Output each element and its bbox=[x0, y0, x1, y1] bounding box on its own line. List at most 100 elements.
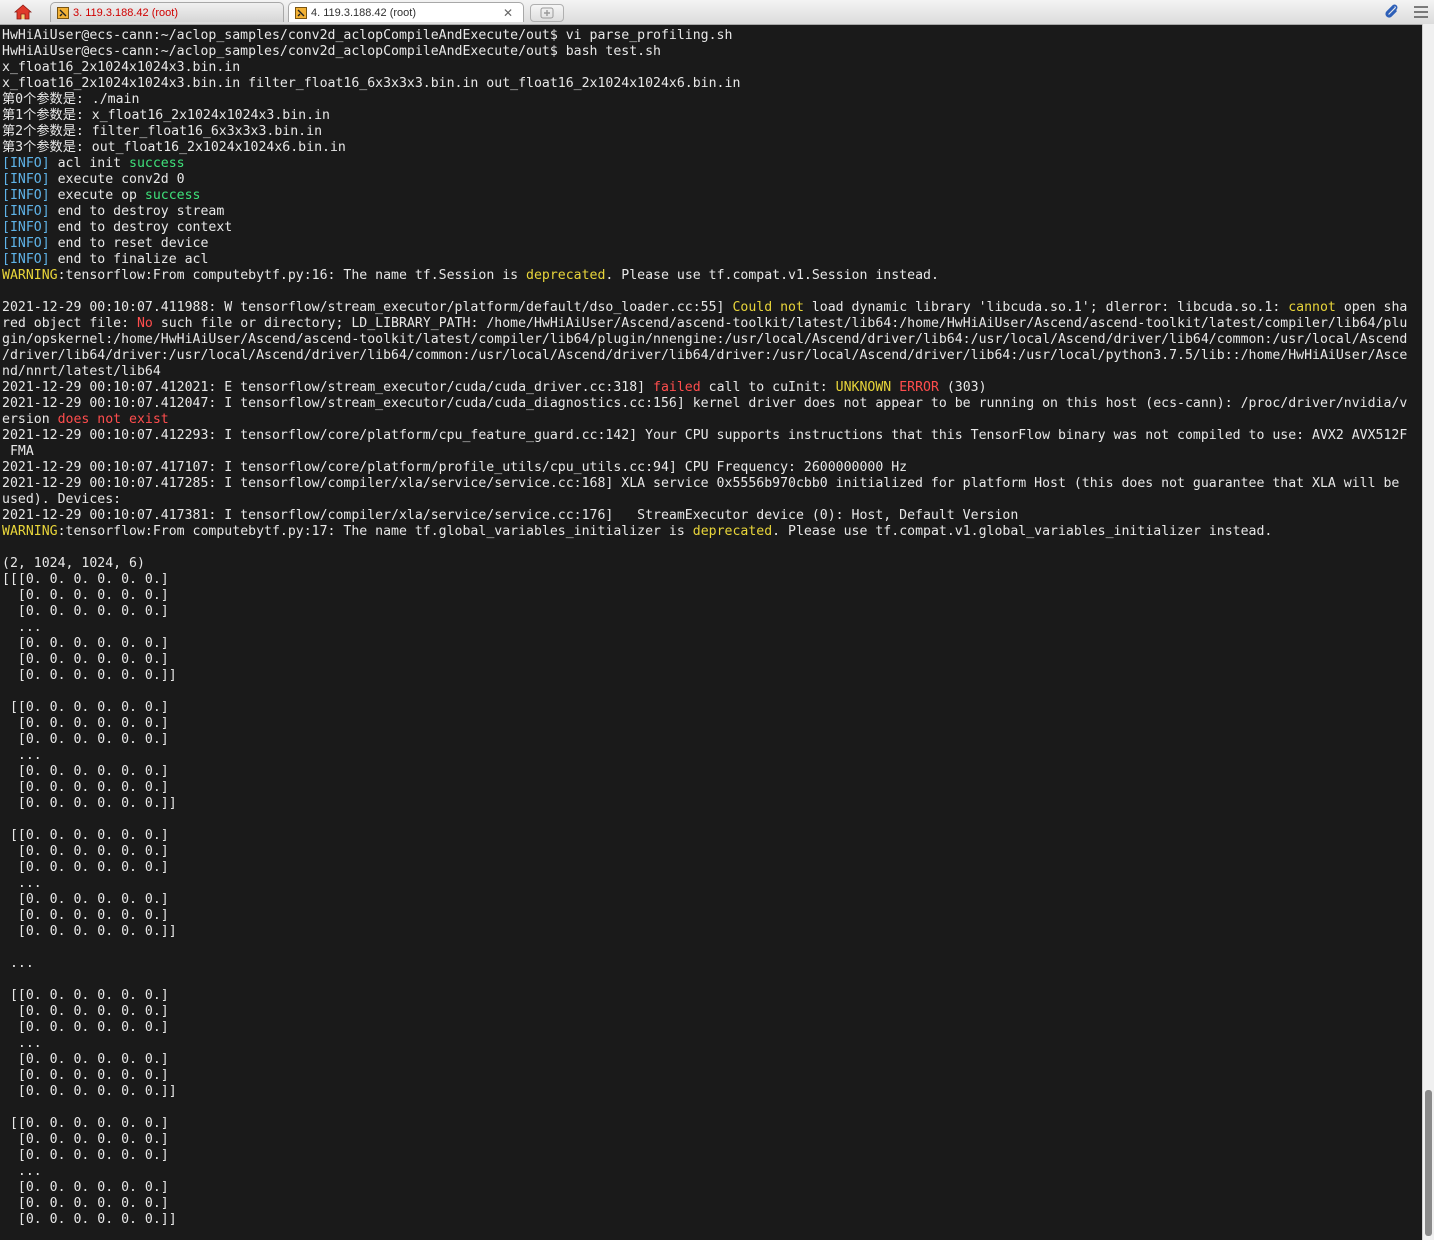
terminal-line: [0. 0. 0. 0. 0. 0.] bbox=[0, 1132, 1422, 1148]
terminal-line: [0. 0. 0. 0. 0. 0.] bbox=[0, 1068, 1422, 1084]
terminal-text: 2021-12-29 00:10:07.417285: I tensorflow… bbox=[2, 476, 1400, 491]
home-button[interactable] bbox=[6, 2, 40, 22]
terminal-line: [0. 0. 0. 0. 0. 0.] bbox=[0, 588, 1422, 604]
terminal-text: [0. 0. 0. 0. 0. 0.]] bbox=[2, 924, 177, 939]
terminal-text: [[0. 0. 0. 0. 0. 0.] bbox=[2, 700, 169, 715]
terminal-line: [0. 0. 0. 0. 0. 0.]] bbox=[0, 796, 1422, 812]
terminal-text: x_float16_2x1024x1024x3.bin.in filter_fl… bbox=[2, 76, 741, 91]
terminal-text: [[0. 0. 0. 0. 0. 0.] bbox=[2, 988, 169, 1003]
terminal-line: used). Devices: bbox=[0, 492, 1422, 508]
terminal-line: [0. 0. 0. 0. 0. 0.] bbox=[0, 860, 1422, 876]
menu-button[interactable] bbox=[1412, 3, 1430, 21]
terminal-text: failed bbox=[653, 380, 701, 395]
terminal-text: [INFO] bbox=[2, 220, 50, 235]
terminal-text: [INFO] bbox=[2, 204, 50, 219]
terminal-text: [0. 0. 0. 0. 0. 0.] bbox=[2, 1132, 169, 1147]
terminal-line: [0. 0. 0. 0. 0. 0.] bbox=[0, 780, 1422, 796]
terminal-text: (2, 1024, 1024, 6) bbox=[2, 556, 145, 571]
terminal-text: . Please use tf.compat.v1.Session instea… bbox=[605, 268, 939, 283]
terminal-text: acl init bbox=[49, 156, 130, 171]
terminal-text: [0. 0. 0. 0. 0. 0.] bbox=[2, 1148, 169, 1163]
terminal-output[interactable]: HwHiAiUser@ecs-cann:~/aclop_samples/conv… bbox=[0, 28, 1422, 1240]
terminal-line: [0. 0. 0. 0. 0. 0.] bbox=[0, 604, 1422, 620]
attachment-button[interactable] bbox=[1382, 3, 1400, 21]
terminal-text: FMA bbox=[2, 444, 34, 459]
terminal-text: [INFO] bbox=[2, 236, 50, 251]
terminal-line: ... bbox=[0, 620, 1422, 636]
terminal-line: [INFO] end to destroy stream bbox=[0, 204, 1422, 220]
tab-session-3[interactable]: 3. 119.3.188.42 (root) bbox=[50, 2, 284, 22]
terminal-text: 第1个参数是: x_float16_2x1024x1024x3.bin.in bbox=[2, 108, 330, 123]
terminal-line: [0. 0. 0. 0. 0. 0.]] bbox=[0, 1084, 1422, 1100]
new-tab-button[interactable] bbox=[530, 4, 564, 22]
terminal-text: 2021-12-29 00:10:07.417381: I tensorflow… bbox=[2, 508, 1019, 523]
terminal-line: 第3个参数是: out_float16_2x1024x1024x6.bin.in bbox=[0, 140, 1422, 156]
terminal-line: 2021-12-29 00:10:07.412293: I tensorflow… bbox=[0, 428, 1422, 444]
terminal-line: x_float16_2x1024x1024x3.bin.in bbox=[0, 60, 1422, 76]
terminal-text: execute op bbox=[49, 188, 145, 203]
terminal-line: ... bbox=[0, 748, 1422, 764]
vertical-scrollbar[interactable] bbox=[1422, 24, 1434, 1240]
tab-label: 4. 119.3.188.42 (root) bbox=[311, 6, 416, 19]
scrollbar-thumb[interactable] bbox=[1425, 1090, 1432, 1236]
terminal-text: ERROR bbox=[899, 380, 939, 395]
terminal-text: [0. 0. 0. 0. 0. 0.] bbox=[2, 844, 169, 859]
terminal-line: [[[0. 0. 0. 0. 0. 0.] bbox=[0, 572, 1422, 588]
terminal-text: nd/nnrt/latest/lib64 bbox=[2, 364, 161, 379]
terminal-text: ... bbox=[2, 956, 34, 971]
terminal-line: 第0个参数是: ./main bbox=[0, 92, 1422, 108]
terminal-text: [0. 0. 0. 0. 0. 0.]] bbox=[2, 668, 177, 683]
tab-bar: 3. 119.3.188.42 (root) 4. 119.3.188.42 (… bbox=[0, 0, 1434, 25]
terminal-line: [0. 0. 0. 0. 0. 0.] bbox=[0, 1148, 1422, 1164]
terminal-line: WARNING:tensorflow:From computebytf.py:1… bbox=[0, 268, 1422, 284]
terminal-text: 第0个参数是: ./main bbox=[2, 92, 140, 107]
terminal-text: [INFO] bbox=[2, 188, 50, 203]
terminal-text: load dynamic library 'libcuda.so.1'; dle… bbox=[803, 300, 1289, 315]
terminal-line: 第2个参数是: filter_float16_6x3x3x3.bin.in bbox=[0, 124, 1422, 140]
terminal-line: [[0. 0. 0. 0. 0. 0.] bbox=[0, 828, 1422, 844]
terminal-text: [0. 0. 0. 0. 0. 0.] bbox=[2, 636, 169, 651]
terminal-text: success bbox=[129, 156, 185, 171]
terminal-line: red object file: No such file or directo… bbox=[0, 316, 1422, 332]
terminal-text: [[0. 0. 0. 0. 0. 0.] bbox=[2, 828, 169, 843]
terminal-text: UNKNOWN bbox=[835, 380, 892, 395]
tab-session-4[interactable]: 4. 119.3.188.42 (root) ✕ bbox=[288, 2, 524, 22]
terminal-line: 2021-12-29 00:10:07.417381: I tensorflow… bbox=[0, 508, 1422, 524]
terminal-text: Could not bbox=[732, 300, 804, 315]
terminal-text: [0. 0. 0. 0. 0. 0.]] bbox=[2, 796, 177, 811]
terminal-text: [0. 0. 0. 0. 0. 0.] bbox=[2, 764, 169, 779]
terminal-text: :tensorflow:From computebytf.py:17: The … bbox=[57, 524, 693, 539]
terminal-line: [[0. 0. 0. 0. 0. 0.] bbox=[0, 700, 1422, 716]
new-tab-icon bbox=[540, 7, 554, 19]
terminal-text: end to finalize acl bbox=[49, 252, 209, 267]
terminal-icon bbox=[57, 6, 69, 19]
terminal-icon bbox=[295, 6, 307, 19]
terminal-line: [INFO] acl init success bbox=[0, 156, 1422, 172]
terminal-line: [INFO] end to destroy context bbox=[0, 220, 1422, 236]
terminal-line: [0. 0. 0. 0. 0. 0.] bbox=[0, 892, 1422, 908]
terminal-text: 2021-12-29 00:10:07.411988: W tensorflow… bbox=[2, 300, 733, 315]
terminal-text: [[0. 0. 0. 0. 0. 0.] bbox=[2, 1116, 169, 1131]
terminal-text: x_float16_2x1024x1024x3.bin.in bbox=[2, 60, 241, 75]
terminal-text: [[[0. 0. 0. 0. 0. 0.] bbox=[2, 572, 169, 587]
terminal-text: [0. 0. 0. 0. 0. 0.]] bbox=[2, 1084, 177, 1099]
terminal-line: 2021-12-29 00:10:07.417107: I tensorflow… bbox=[0, 460, 1422, 476]
terminal-line: gin/opskernel:/home/HwHiAiUser/Ascend/as… bbox=[0, 332, 1422, 348]
terminal-text: 第3个参数是: out_float16_2x1024x1024x6.bin.in bbox=[2, 140, 346, 155]
terminal-line: [0. 0. 0. 0. 0. 0.] bbox=[0, 1180, 1422, 1196]
terminal-line: [0. 0. 0. 0. 0. 0.] bbox=[0, 844, 1422, 860]
terminal-text: No bbox=[136, 316, 153, 331]
terminal-line: 2021-12-29 00:10:07.412021: E tensorflow… bbox=[0, 380, 1422, 396]
terminal-text: 2021-12-29 00:10:07.412021: E tensorflow… bbox=[2, 380, 654, 395]
terminal-text: HwHiAiUser@ecs-cann:~/aclop_samples/conv… bbox=[2, 28, 733, 43]
terminal-line: [0. 0. 0. 0. 0. 0.] bbox=[0, 636, 1422, 652]
close-icon[interactable]: ✕ bbox=[503, 6, 513, 20]
terminal-text: [0. 0. 0. 0. 0. 0.] bbox=[2, 588, 169, 603]
terminal-text: [0. 0. 0. 0. 0. 0.] bbox=[2, 716, 169, 731]
